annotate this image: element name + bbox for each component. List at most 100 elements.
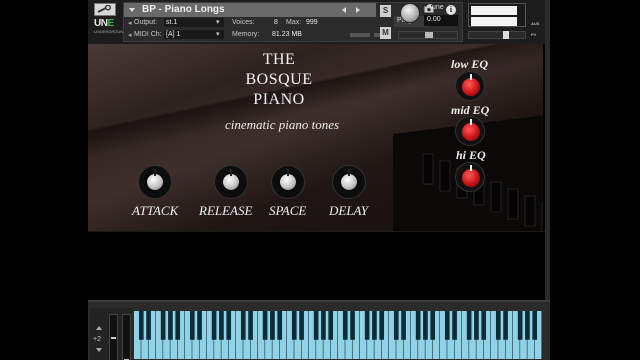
- black-key[interactable]: [160, 311, 166, 340]
- midi-dropdown-icon: ▾: [216, 31, 220, 38]
- midi-channel-select[interactable]: [A] 1 ▾: [164, 30, 224, 39]
- black-key[interactable]: [197, 311, 202, 340]
- aux-button[interactable]: AUX: [531, 21, 539, 26]
- black-key[interactable]: [313, 311, 319, 340]
- knob-cap: [341, 174, 357, 190]
- black-key[interactable]: [328, 311, 334, 340]
- black-key[interactable]: [466, 311, 472, 340]
- background-piano-key: [422, 153, 434, 185]
- pan-slider-thumb[interactable]: [425, 32, 433, 38]
- octave-down-icon[interactable]: [96, 348, 102, 352]
- black-key[interactable]: [277, 311, 283, 340]
- pitch-wheel[interactable]: [109, 314, 118, 360]
- octave-up-icon[interactable]: [96, 326, 102, 330]
- low-eq-label: low EQ: [451, 57, 489, 71]
- octave-label: +2: [93, 336, 101, 343]
- delay-knob[interactable]: [332, 165, 366, 199]
- black-key[interactable]: [495, 311, 501, 340]
- max-voices-value[interactable]: 999: [306, 19, 318, 26]
- black-key[interactable]: [189, 311, 195, 340]
- black-key[interactable]: [525, 311, 530, 340]
- black-key[interactable]: [291, 311, 297, 340]
- mid-eq-knob[interactable]: [455, 116, 485, 146]
- delay-label: DELAY: [329, 203, 369, 218]
- black-key[interactable]: [474, 311, 479, 340]
- mod-wheel[interactable]: [122, 314, 131, 360]
- level-meter-left: [471, 6, 517, 15]
- rack-scrollbar[interactable]: [545, 0, 550, 300]
- mute-button[interactable]: M: [380, 27, 391, 39]
- attack-knob[interactable]: [138, 165, 172, 199]
- pan-slider[interactable]: [398, 31, 458, 39]
- knob-cap: [462, 169, 480, 187]
- voices-value: 8: [274, 19, 278, 26]
- cpu-meter: [350, 33, 370, 37]
- wrench-button[interactable]: [94, 3, 116, 16]
- virtual-keyboard-strip: +2: [88, 300, 550, 360]
- volume-slider-thumb[interactable]: [503, 31, 509, 39]
- hi-eq-knob[interactable]: [455, 162, 485, 192]
- black-key[interactable]: [248, 311, 253, 340]
- black-key[interactable]: [299, 311, 304, 340]
- rack-empty-area[interactable]: [88, 231, 545, 299]
- black-key[interactable]: [517, 311, 523, 340]
- release-knob[interactable]: [214, 165, 248, 199]
- black-key[interactable]: [321, 311, 326, 340]
- black-key[interactable]: [401, 311, 406, 340]
- knob-cap: [223, 174, 239, 190]
- low-eq-knob[interactable]: [455, 71, 485, 101]
- title-line-3: PIANO: [253, 91, 305, 108]
- output-label: Output:: [134, 19, 157, 26]
- knob-pointer: [154, 169, 156, 176]
- black-key[interactable]: [350, 311, 355, 340]
- space-knob[interactable]: [271, 165, 305, 199]
- black-key[interactable]: [532, 311, 538, 340]
- pitch-wheel-marker: [111, 337, 116, 339]
- next-instrument-arrow-icon[interactable]: [356, 7, 360, 13]
- black-key[interactable]: [393, 311, 399, 340]
- output-select[interactable]: st.1 ▾: [164, 18, 224, 27]
- midi-arrow-icon: ◂: [128, 32, 132, 39]
- black-key[interactable]: [415, 311, 421, 340]
- black-key[interactable]: [262, 311, 268, 340]
- black-key[interactable]: [240, 311, 246, 340]
- black-key[interactable]: [219, 311, 224, 340]
- pv-button[interactable]: PV: [531, 32, 536, 37]
- black-key[interactable]: [168, 311, 173, 340]
- black-key[interactable]: [444, 311, 450, 340]
- tune-knob[interactable]: [400, 3, 420, 23]
- black-key[interactable]: [226, 311, 232, 340]
- black-key[interactable]: [364, 311, 370, 340]
- piano-keyboard[interactable]: [134, 311, 542, 359]
- tune-value-field[interactable]: 0.00: [424, 15, 458, 26]
- volume-slider[interactable]: [468, 31, 526, 39]
- wrench-icon: [97, 5, 111, 13]
- black-key[interactable]: [146, 311, 151, 340]
- black-key[interactable]: [342, 311, 348, 340]
- output-arrow-icon: ◂: [128, 20, 132, 27]
- black-key[interactable]: [175, 311, 181, 340]
- black-key[interactable]: [270, 311, 275, 340]
- black-key[interactable]: [211, 311, 217, 340]
- collapse-triangle-icon[interactable]: [129, 8, 135, 12]
- black-key[interactable]: [423, 311, 428, 340]
- instrument-header: UNE UNDERGROUND BP - Piano Longs i x ◂ O…: [88, 0, 548, 44]
- black-key[interactable]: [452, 311, 457, 340]
- voices-label: Voices:: [232, 19, 255, 26]
- midi-channel-value: [A] 1: [166, 31, 181, 38]
- level-meter-right: [471, 17, 517, 26]
- black-key[interactable]: [503, 311, 508, 340]
- output-level-meter: [468, 3, 526, 27]
- black-key[interactable]: [481, 311, 487, 340]
- knob-pointer: [470, 119, 472, 125]
- info-icon[interactable]: i: [446, 5, 456, 15]
- black-key[interactable]: [379, 311, 385, 340]
- black-key[interactable]: [372, 311, 377, 340]
- instrument-name[interactable]: BP - Piano Longs: [142, 4, 225, 15]
- previous-instrument-arrow-icon[interactable]: [342, 7, 346, 13]
- solo-button[interactable]: S: [380, 5, 391, 17]
- black-key[interactable]: [138, 311, 144, 340]
- logo-main: UNE: [94, 18, 114, 29]
- black-key[interactable]: [430, 311, 436, 340]
- output-dropdown-icon: ▾: [216, 19, 220, 26]
